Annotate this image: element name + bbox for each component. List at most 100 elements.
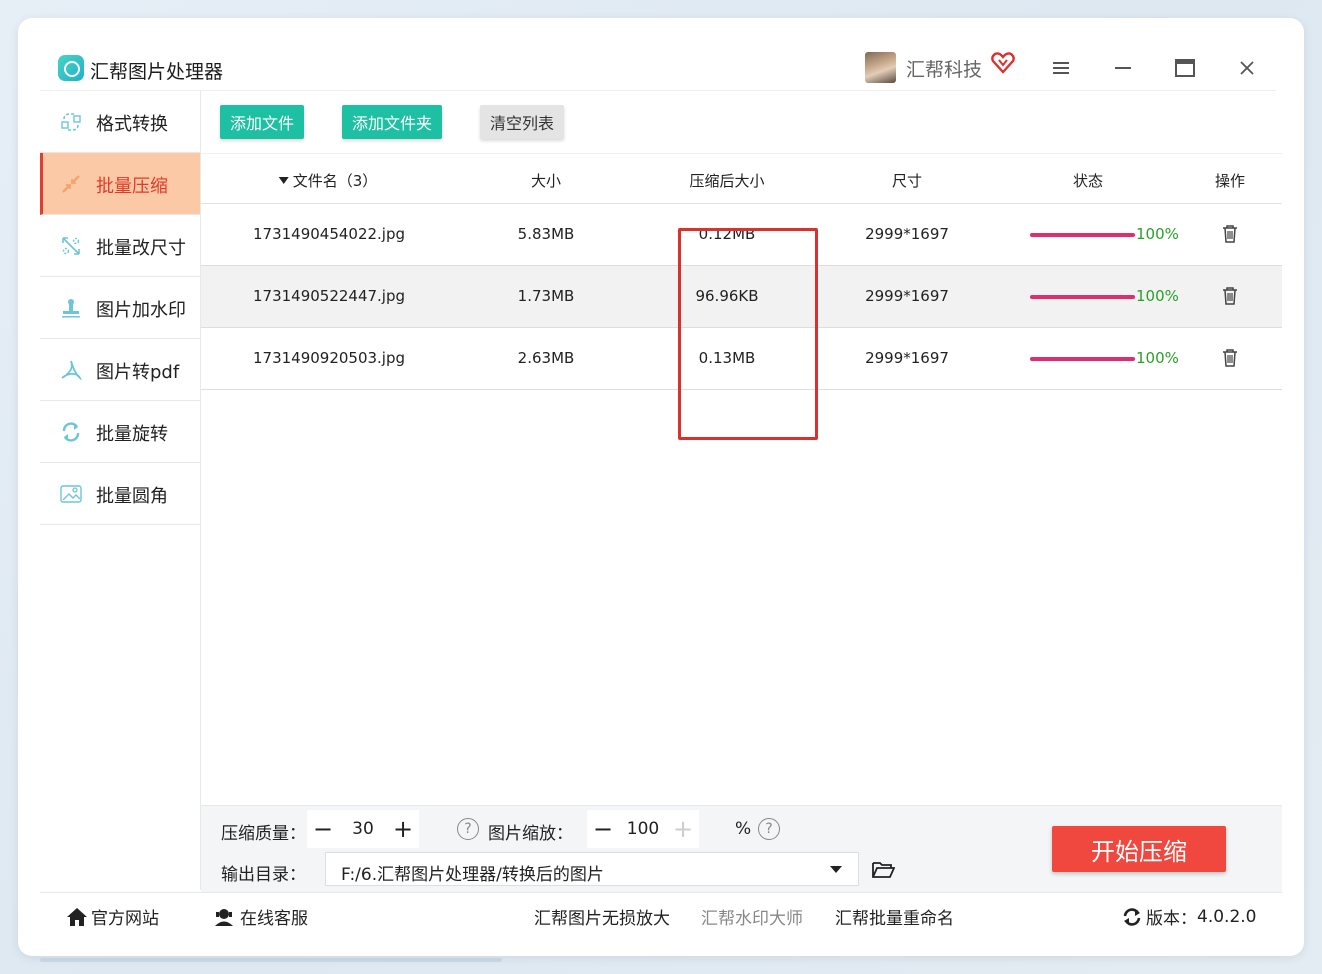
- official-site-link[interactable]: 官方网站: [66, 904, 159, 929]
- sidebar-item-rotate[interactable]: 批量旋转: [40, 401, 200, 463]
- cell-compressed-size: 0.12MB: [698, 225, 756, 243]
- cell-status: 100%: [1136, 349, 1179, 367]
- sidebar-item-to-pdf[interactable]: 图片转pdf: [40, 339, 200, 401]
- scale-plus-button[interactable]: +: [667, 810, 699, 848]
- close-icon: [1240, 61, 1254, 75]
- sidebar-item-label: 图片加水印: [96, 300, 186, 321]
- table-row[interactable]: 1731490454022.jpg 5.83MB 0.12MB 2999*169…: [201, 204, 1282, 266]
- close-button[interactable]: [1231, 52, 1263, 84]
- rotate-icon: [62, 422, 80, 442]
- delete-icon[interactable]: [1221, 224, 1239, 244]
- quality-label: 压缩质量：: [221, 824, 306, 844]
- sidebar-item-compress[interactable]: 批量压缩: [40, 153, 200, 215]
- quality-stepper[interactable]: − 30 +: [307, 810, 419, 848]
- format-convert-icon: [61, 113, 81, 131]
- scale-minus-button[interactable]: −: [587, 810, 619, 848]
- round-corner-icon: [60, 485, 82, 503]
- footer-link-watermark-master[interactable]: 汇帮水印大师: [701, 904, 803, 929]
- sidebar-item-label: 批量压缩: [96, 176, 168, 197]
- settings-panel: 压缩质量： − 30 + ? 图片缩放： − 100 + % ? 输出目录： F…: [201, 805, 1282, 892]
- progress-bar: [1030, 233, 1135, 237]
- refresh-icon: [1123, 907, 1141, 926]
- delete-icon[interactable]: [1221, 348, 1239, 368]
- cell-dimensions: 2999*1697: [865, 225, 949, 243]
- quality-plus-button[interactable]: +: [387, 810, 419, 848]
- sidebar-item-watermark[interactable]: 图片加水印: [40, 277, 200, 339]
- scale-stepper[interactable]: − 100 +: [587, 810, 699, 848]
- table-row[interactable]: 1731490920503.jpg 2.63MB 0.13MB 2999*169…: [201, 328, 1282, 390]
- scale-value[interactable]: 100: [619, 819, 667, 839]
- delete-icon[interactable]: [1221, 286, 1239, 306]
- background-strip: [40, 958, 502, 962]
- scale-label: 图片缩放：: [488, 824, 573, 844]
- add-file-button[interactable]: 添加文件: [220, 105, 304, 139]
- maximize-icon: [1175, 59, 1195, 77]
- quality-help-icon[interactable]: ?: [457, 818, 479, 840]
- progress-bar: [1030, 295, 1135, 299]
- cell-dimensions: 2999*1697: [865, 349, 949, 367]
- sidebar-item-resize[interactable]: 批量改尺寸: [40, 215, 200, 277]
- cell-size: 1.73MB: [517, 287, 575, 305]
- sidebar: 格式转换 批量压缩 批量改尺寸 图片加水印 图片转pdf 批量旋转 批量圆角: [40, 91, 201, 890]
- title-bar: 汇帮图片处理器 汇帮科技: [40, 48, 1276, 91]
- file-table: 文件名（3） 大小 压缩后大小 尺寸 状态 操作 1731490454022.j…: [201, 153, 1282, 390]
- version-value: 4.0.2.0: [1197, 906, 1257, 927]
- scale-help-icon[interactable]: ?: [758, 818, 780, 840]
- app-logo-icon: [58, 55, 84, 81]
- quality-value[interactable]: 30: [339, 819, 387, 839]
- add-folder-button[interactable]: 添加文件夹: [342, 105, 442, 139]
- vip-heart-icon[interactable]: [990, 50, 1016, 76]
- menu-icon: [1053, 62, 1069, 74]
- table-header: 文件名（3） 大小 压缩后大小 尺寸 状态 操作: [201, 153, 1282, 204]
- cell-filename: 1731490522447.jpg: [252, 287, 406, 305]
- folder-open-icon[interactable]: [871, 860, 895, 880]
- maximize-button[interactable]: [1169, 52, 1201, 84]
- sidebar-item-label: 批量旋转: [96, 424, 168, 445]
- cell-size: 2.63MB: [517, 349, 575, 367]
- sidebar-item-label: 图片转pdf: [96, 362, 180, 383]
- cell-filename: 1731490920503.jpg: [252, 349, 406, 367]
- column-filename[interactable]: 文件名（3）: [278, 170, 377, 191]
- start-compress-button[interactable]: 开始压缩: [1052, 826, 1226, 872]
- output-label: 输出目录：: [221, 865, 306, 885]
- clear-list-button[interactable]: 清空列表: [480, 105, 564, 139]
- cell-status: 100%: [1136, 225, 1179, 243]
- scale-unit: %: [735, 819, 752, 839]
- user-avatar[interactable]: [865, 52, 896, 83]
- app-window: 汇帮图片处理器 汇帮科技 格式转换 批量压缩 批量改尺寸 图片加水印 图片转pd…: [18, 18, 1304, 956]
- online-service-link[interactable]: 在线客服: [214, 904, 308, 929]
- column-size: 大小: [530, 172, 562, 190]
- footer-link-batch-rename[interactable]: 汇帮批量重命名: [835, 904, 954, 929]
- footer-link-lossless-upscale[interactable]: 汇帮图片无损放大: [534, 904, 670, 929]
- sort-caret-icon: [278, 177, 289, 184]
- sidebar-item-format-convert[interactable]: 格式转换: [40, 91, 200, 153]
- output-path-select[interactable]: F:/6.汇帮图片处理器/转换后的图片: [325, 852, 859, 886]
- sidebar-item-round-corner[interactable]: 批量圆角: [40, 463, 200, 525]
- cell-dimensions: 2999*1697: [865, 287, 949, 305]
- progress-bar: [1030, 357, 1135, 361]
- sidebar-item-label: 格式转换: [96, 114, 168, 135]
- user-name[interactable]: 汇帮科技: [906, 55, 982, 82]
- sidebar-item-label: 批量圆角: [96, 486, 168, 507]
- minimize-icon: [1115, 67, 1131, 69]
- resize-icon: [62, 237, 80, 255]
- cell-filename: 1731490454022.jpg: [252, 225, 406, 243]
- cell-size: 5.83MB: [517, 225, 575, 243]
- column-status: 状态: [1072, 172, 1104, 190]
- output-path-value: F:/6.汇帮图片处理器/转换后的图片: [341, 865, 604, 885]
- home-icon: [67, 907, 87, 926]
- minimize-button[interactable]: [1107, 52, 1139, 84]
- version-info[interactable]: 版本： 4.0.2.0: [1122, 904, 1256, 929]
- table-row[interactable]: 1731490522447.jpg 1.73MB 96.96KB 2999*16…: [201, 266, 1282, 328]
- column-action: 操作: [1214, 172, 1246, 190]
- sidebar-item-label: 批量改尺寸: [96, 238, 186, 259]
- quality-minus-button[interactable]: −: [307, 810, 339, 848]
- app-title: 汇帮图片处理器: [90, 61, 224, 83]
- menu-button[interactable]: [1045, 52, 1077, 84]
- version-label: 版本：: [1146, 909, 1197, 929]
- chevron-down-icon: [830, 866, 842, 873]
- user-service-icon: [215, 908, 233, 926]
- column-compressed-size: 压缩后大小: [689, 172, 765, 190]
- watermark-icon: [62, 299, 80, 318]
- column-dimensions: 尺寸: [891, 172, 923, 190]
